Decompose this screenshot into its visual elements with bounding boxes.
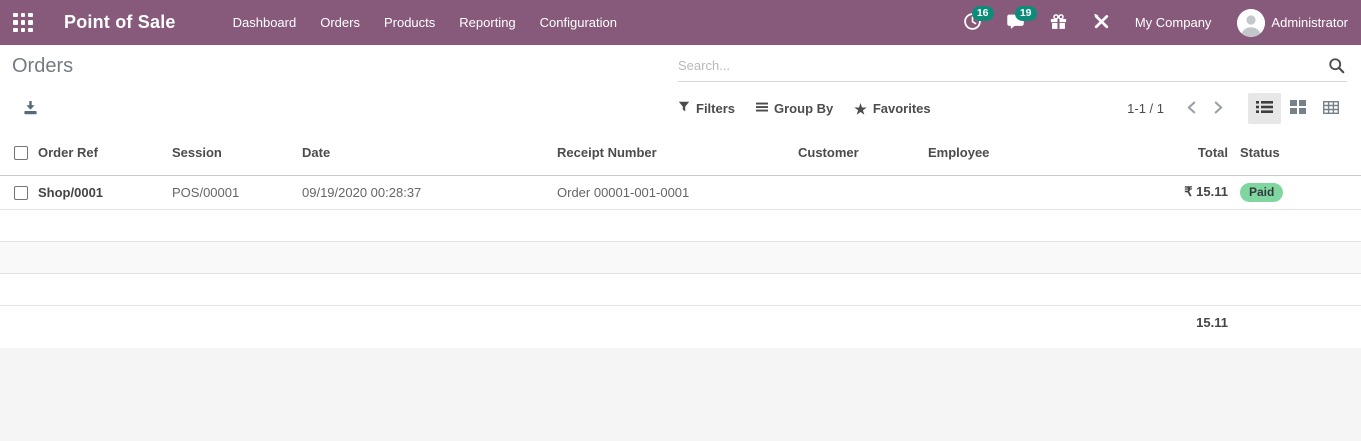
pager-value: 1-1 / 1 (1127, 101, 1164, 116)
kanban-view-icon (1289, 100, 1306, 117)
search-icon[interactable] (1326, 55, 1347, 76)
empty-row (0, 209, 1361, 242)
tools-button[interactable] (1086, 0, 1117, 45)
activity-count-badge: 16 (971, 6, 994, 21)
download-icon (22, 99, 39, 119)
user-menu[interactable]: Administrator (1237, 8, 1348, 37)
empty-row (0, 273, 1361, 306)
column-header-status[interactable]: Status (1232, 130, 1361, 176)
empty-row (0, 241, 1361, 274)
menu-orders[interactable]: Orders (318, 11, 362, 34)
activities-button[interactable]: 16 (957, 0, 994, 45)
cell-status[interactable]: Paid (1232, 175, 1361, 210)
cell-date[interactable]: 09/19/2020 00:28:37 (302, 175, 557, 210)
column-header-employee[interactable]: Employee (928, 130, 1058, 176)
top-navbar: Point of Sale Dashboard Orders Products … (0, 0, 1361, 45)
menu-configuration[interactable]: Configuration (538, 11, 619, 34)
pager-previous-button[interactable] (1178, 97, 1205, 121)
chevron-right-icon (1213, 101, 1224, 117)
chevron-left-icon (1186, 101, 1197, 117)
column-header-date[interactable]: Date (302, 130, 557, 176)
cell-total[interactable]: ₹ 15.11 (1058, 175, 1232, 210)
cell-session[interactable]: POS/00001 (172, 175, 302, 210)
list-view-button[interactable] (1248, 93, 1281, 124)
pivot-view-button[interactable] (1314, 93, 1347, 124)
page-title: Orders (12, 54, 74, 77)
menu-products[interactable]: Products (382, 11, 437, 34)
gift-button[interactable] (1043, 0, 1074, 45)
star-icon: ★ (854, 100, 867, 117)
column-header-customer[interactable]: Customer (798, 130, 928, 176)
group-by-label: Group By (774, 101, 834, 116)
message-count-badge: 19 (1014, 6, 1037, 21)
main-menu: Dashboard Orders Products Reporting Conf… (231, 11, 639, 34)
app-title[interactable]: Point of Sale (64, 12, 176, 33)
favorites-button[interactable]: ★ Favorites (854, 101, 930, 116)
table-footer-row: 15.11 (0, 305, 1361, 348)
navbar-systray: 16 19 My Company Administrator (945, 0, 1348, 45)
search-bar (678, 51, 1347, 82)
favorites-label: Favorites (872, 101, 931, 116)
column-header-session[interactable]: Session (172, 130, 302, 176)
menu-reporting[interactable]: Reporting (457, 11, 517, 34)
company-switcher[interactable]: My Company (1135, 15, 1212, 30)
pivot-view-icon (1322, 100, 1339, 117)
triple-bars-icon (756, 101, 769, 116)
gift-icon (1049, 12, 1068, 34)
column-header-order-ref[interactable]: Order Ref (38, 130, 172, 176)
row-checkbox[interactable] (14, 185, 28, 200)
export-button[interactable] (18, 95, 43, 123)
orders-table: Order Ref Session Date Receipt Number Cu… (0, 130, 1361, 348)
column-header-receipt-number[interactable]: Receipt Number (557, 130, 798, 176)
search-input[interactable] (678, 58, 1326, 73)
user-name: Administrator (1271, 15, 1348, 30)
group-by-button[interactable]: Group By (756, 101, 833, 116)
cell-customer[interactable] (798, 175, 928, 210)
view-switcher (1248, 93, 1347, 124)
apps-menu-icon[interactable] (13, 12, 33, 33)
pager-next-button[interactable] (1205, 97, 1232, 121)
column-header-total[interactable]: Total (1058, 130, 1232, 176)
footer-total-sum: 15.11 (1058, 305, 1232, 348)
filters-label: Filters (696, 101, 736, 116)
select-all-checkbox[interactable] (14, 146, 28, 161)
table-header-row: Order Ref Session Date Receipt Number Cu… (0, 130, 1361, 176)
list-view-icon (1256, 100, 1273, 117)
menu-dashboard[interactable]: Dashboard (231, 11, 299, 34)
cell-employee[interactable] (928, 175, 1058, 210)
funnel-icon (678, 101, 690, 116)
table-row[interactable]: Shop/0001 POS/00001 09/19/2020 00:28:37 … (0, 175, 1361, 210)
pager: 1-1 / 1 (1127, 97, 1232, 121)
cell-receipt-number[interactable]: Order 00001-001-0001 (557, 175, 798, 210)
messages-button[interactable]: 19 (1000, 0, 1037, 45)
kanban-view-button[interactable] (1281, 93, 1314, 124)
avatar (1237, 8, 1266, 37)
control-panel: Orders Search... Filters Group By ★ Favo… (0, 45, 1361, 130)
status-badge: Paid (1240, 182, 1284, 202)
cell-order-ref[interactable]: Shop/0001 (38, 175, 172, 210)
crossed-tools-icon (1092, 12, 1111, 34)
filters-button[interactable]: Filters (678, 101, 735, 116)
